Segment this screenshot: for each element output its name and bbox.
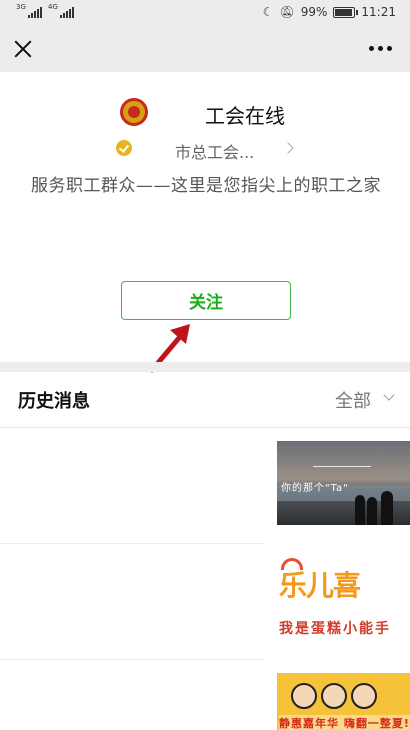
close-icon[interactable] — [10, 36, 36, 62]
clock: 11:21 — [361, 5, 396, 19]
section-divider — [0, 362, 410, 372]
thumbnail-caption: 静惠嘉年华 嗨翻一整夏! — [279, 715, 410, 730]
account-description: 服务职工群众——这里是您指尖上的职工之家 — [31, 176, 381, 196]
status-bar: 3G 4G ☾ 🔕︎ 99% 11:21 — [0, 0, 410, 26]
chevron-down-icon[interactable] — [383, 389, 395, 401]
history-filter-dropdown[interactable]: 全部 — [335, 387, 371, 413]
more-options-icon[interactable] — [369, 46, 392, 51]
thumbnail-title: 乐儿喜 — [279, 569, 361, 602]
article-thumbnail-2[interactable]: 乐儿喜 我是蛋糕小能手 — [277, 556, 410, 646]
org-name-link[interactable]: 市总工会... — [175, 139, 254, 163]
moon-icon: ☾ — [262, 5, 274, 19]
title-bar — [0, 26, 410, 72]
thumbnail-caption: 你的那个"Ta" — [281, 483, 349, 494]
battery-icon — [333, 6, 359, 18]
battery-percent: 99% — [300, 5, 328, 19]
list-separator — [0, 659, 410, 660]
follow-button[interactable]: 关注 — [121, 281, 291, 320]
article-thumbnail-3[interactable]: 静惠嘉年华 嗨翻一整夏! — [277, 673, 410, 730]
divider — [0, 427, 410, 428]
account-name: 工会在线 — [205, 104, 285, 128]
verified-icon — [116, 140, 132, 156]
signal-icon-2: 4G — [48, 3, 74, 18]
signal-icon: 3G — [16, 3, 42, 18]
list-separator — [0, 543, 410, 544]
mute-icon: 🔕︎ — [279, 5, 295, 19]
account-logo — [120, 98, 148, 126]
history-title: 历史消息 — [18, 391, 90, 412]
thumbnail-subtitle: 我是蛋糕小能手 — [279, 621, 391, 637]
article-thumbnail-1[interactable]: 你的那个"Ta" — [277, 441, 410, 525]
chevron-right-icon[interactable] — [282, 142, 294, 154]
